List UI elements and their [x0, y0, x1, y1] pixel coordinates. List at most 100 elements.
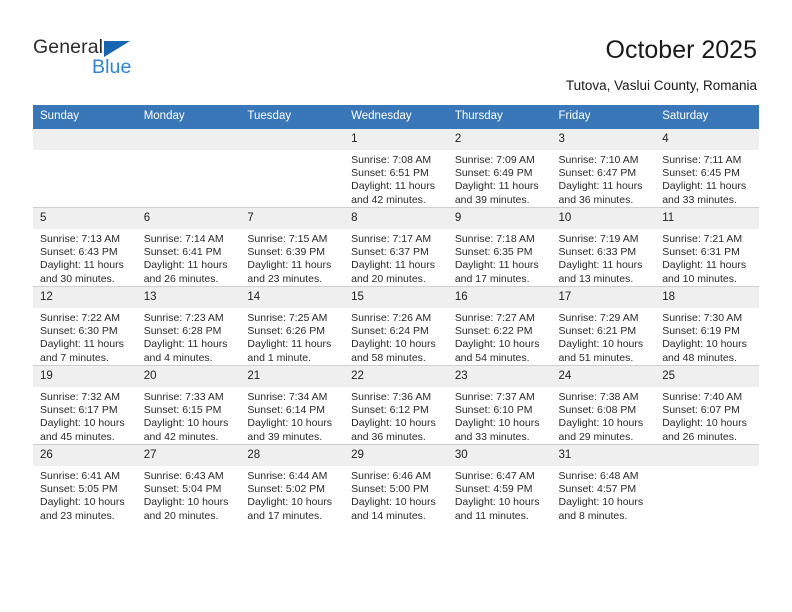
calendar-day-cell[interactable]: 10 Sunrise: 7:19 AM Sunset: 6:33 PM Dayligh… [551, 207, 656, 287]
day-number: 11 [655, 208, 759, 229]
daylight-text: Daylight: 11 hours and 7 minutes. [40, 338, 124, 364]
sunset-text: Sunset: 6:35 PM [454, 246, 533, 259]
sunrise-text: Sunrise: 7:10 AM [558, 154, 639, 166]
calendar-day-cell[interactable]: 13 Sunrise: 7:23 AM Sunset: 6:28 PM Dayligh… [136, 286, 241, 366]
calendar-day-cell[interactable]: 18 Sunrise: 7:30 AM Sunset: 6:19 PM Dayligh… [655, 286, 759, 366]
day-sun-info: Sunrise: 7:21 AM Sunset: 6:31 PM Daylight:… [655, 229, 759, 286]
day-sun-info: Sunrise: 7:33 AM Sunset: 6:15 PM Daylight:… [137, 387, 241, 444]
sunrise-text: Sunrise: 7:32 AM [40, 391, 120, 403]
calendar-day-cell[interactable]: 31 Sunrise: 6:48 AM Sunset: 4:57 PM Dayligh… [551, 444, 656, 523]
day-number: 12 [33, 287, 137, 308]
daylight-text: Daylight: 11 hours and 30 minutes. [40, 259, 124, 285]
calendar-day-cell[interactable]: 26 Sunrise: 6:41 AM Sunset: 5:05 PM Dayligh… [33, 444, 137, 523]
day-sun-info: Sunrise: 7:14 AM Sunset: 6:41 PM Daylight:… [137, 229, 241, 286]
day-sun-info: Sunrise: 7:15 AM Sunset: 6:39 PM Daylight:… [240, 229, 344, 286]
calendar-day-cell[interactable]: 28 Sunrise: 6:44 AM Sunset: 5:02 PM Dayligh… [240, 444, 345, 523]
weekday-header-tuesday: Tuesday [240, 105, 345, 129]
day-sun-info: Sunrise: 6:47 AM Sunset: 4:59 PM Daylight:… [448, 466, 552, 523]
calendar-day-cell[interactable]: 1 Sunrise: 7:08 AM Sunset: 6:51 PM Daylight… [344, 128, 448, 208]
sunset-text: Sunset: 6:14 PM [247, 404, 326, 417]
sunset-text: Sunset: 6:45 PM [662, 167, 740, 180]
calendar-day-cell[interactable]: 19 Sunrise: 7:32 AM Sunset: 6:17 PM Dayligh… [33, 365, 137, 445]
daylight-text: Daylight: 11 hours and 23 minutes. [247, 259, 332, 285]
sunrise-text: Sunrise: 6:44 AM [247, 470, 328, 482]
calendar-day-cell[interactable]: 24 Sunrise: 7:38 AM Sunset: 6:08 PM Dayligh… [551, 365, 656, 445]
day-sun-info: Sunrise: 7:25 AM Sunset: 6:26 PM Daylight:… [240, 308, 344, 365]
calendar-day-cell[interactable]: 16 Sunrise: 7:27 AM Sunset: 6:22 PM Dayligh… [447, 286, 552, 366]
calendar-day-cell[interactable]: 5 Sunrise: 7:13 AM Sunset: 6:43 PM Daylight… [33, 207, 137, 287]
sunrise-text: Sunrise: 7:25 AM [247, 312, 328, 324]
daylight-text: Daylight: 10 hours and 11 minutes. [454, 496, 540, 522]
day-number: 6 [136, 208, 241, 229]
weekday-header-saturday: Saturday [655, 105, 759, 129]
calendar-day-cell[interactable]: 7 Sunrise: 7:15 AM Sunset: 6:39 PM Daylight… [240, 207, 345, 287]
calendar-day-cell[interactable]: 2 Sunrise: 7:09 AM Sunset: 6:49 PM Daylight… [447, 128, 552, 208]
day-number: 26 [33, 445, 137, 466]
calendar-day-cell[interactable]: 9 Sunrise: 7:18 AM Sunset: 6:35 PM Daylight… [447, 207, 552, 287]
calendar-day-cell[interactable]: 12 Sunrise: 7:22 AM Sunset: 6:30 PM Dayligh… [33, 286, 137, 366]
sunrise-text: Sunrise: 7:13 AM [40, 233, 120, 245]
sunrise-text: Sunrise: 7:11 AM [662, 154, 742, 166]
calendar-body: 1 Sunrise: 7:08 AM Sunset: 6:51 PM Daylight… [33, 128, 759, 523]
day-number: 20 [136, 366, 241, 387]
day-number: 4 [655, 129, 759, 150]
calendar-day-cell[interactable]: 21 Sunrise: 7:34 AM Sunset: 6:14 PM Dayligh… [240, 365, 345, 445]
general-blue-logo[interactable]: General Blue [33, 36, 213, 84]
calendar-day-cell[interactable]: 25 Sunrise: 7:40 AM Sunset: 6:07 PM Dayligh… [655, 365, 759, 445]
sunrise-text: Sunrise: 6:43 AM [143, 470, 224, 482]
sunset-text: Sunset: 6:15 PM [143, 404, 222, 417]
sunset-text: Sunset: 6:30 PM [40, 325, 118, 338]
triangle-icon [104, 41, 130, 57]
calendar-day-cell[interactable]: 17 Sunrise: 7:29 AM Sunset: 6:21 PM Dayligh… [551, 286, 656, 366]
day-number: 25 [655, 366, 759, 387]
calendar-day-cell[interactable]: 3 Sunrise: 7:10 AM Sunset: 6:47 PM Daylight… [551, 128, 656, 208]
sunset-text: Sunset: 4:59 PM [454, 483, 533, 496]
sunrise-text: Sunrise: 7:23 AM [143, 312, 224, 324]
day-number: 21 [240, 366, 345, 387]
daylight-text: Daylight: 10 hours and 58 minutes. [351, 338, 436, 364]
calendar-week-row: 19 Sunrise: 7:32 AM Sunset: 6:17 PM Dayligh… [33, 365, 759, 445]
calendar-day-cell[interactable]: 6 Sunrise: 7:14 AM Sunset: 6:41 PM Daylight… [136, 207, 241, 287]
daylight-text: Daylight: 10 hours and 54 minutes. [454, 338, 540, 364]
sunrise-text: Sunrise: 6:41 AM [40, 470, 120, 482]
sunset-text: Sunset: 6:43 PM [40, 246, 118, 259]
calendar-day-cell[interactable]: 22 Sunrise: 7:36 AM Sunset: 6:12 PM Dayligh… [344, 365, 448, 445]
calendar-cell-empty [655, 444, 759, 523]
calendar-day-cell[interactable]: 11 Sunrise: 7:21 AM Sunset: 6:31 PM Dayligh… [655, 207, 759, 287]
calendar-day-cell[interactable]: 29 Sunrise: 6:46 AM Sunset: 5:00 PM Dayligh… [344, 444, 448, 523]
calendar-day-cell[interactable]: 4 Sunrise: 7:11 AM Sunset: 6:45 PM Daylight… [655, 128, 759, 208]
calendar-day-cell[interactable]: 23 Sunrise: 7:37 AM Sunset: 6:10 PM Dayligh… [447, 365, 552, 445]
day-number: 14 [240, 287, 345, 308]
calendar-page: General Blue October 2025 Tutova, Vaslui… [0, 0, 792, 612]
day-number: 22 [344, 366, 448, 387]
sunrise-text: Sunrise: 7:18 AM [454, 233, 535, 245]
sunset-text: Sunset: 6:22 PM [454, 325, 533, 338]
day-sun-info: Sunrise: 6:48 AM Sunset: 4:57 PM Daylight:… [552, 466, 656, 523]
calendar-day-cell[interactable]: 27 Sunrise: 6:43 AM Sunset: 5:04 PM Dayligh… [136, 444, 241, 523]
daylight-text: Daylight: 10 hours and 29 minutes. [558, 417, 644, 443]
sunset-text: Sunset: 6:07 PM [662, 404, 740, 417]
daylight-text: Daylight: 11 hours and 36 minutes. [558, 180, 643, 206]
sunrise-text: Sunrise: 6:48 AM [558, 470, 639, 482]
day-number: 9 [447, 208, 552, 229]
weekday-header-friday: Friday [551, 105, 656, 129]
daylight-text: Daylight: 11 hours and 26 minutes. [143, 259, 228, 285]
calendar-day-cell[interactable]: 14 Sunrise: 7:25 AM Sunset: 6:26 PM Dayligh… [240, 286, 345, 366]
calendar-day-cell[interactable]: 30 Sunrise: 6:47 AM Sunset: 4:59 PM Dayligh… [447, 444, 552, 523]
day-number: 28 [240, 445, 345, 466]
calendar-cell-empty [33, 128, 137, 208]
day-sun-info: Sunrise: 7:13 AM Sunset: 6:43 PM Daylight:… [33, 229, 137, 286]
calendar-day-cell[interactable]: 8 Sunrise: 7:17 AM Sunset: 6:37 PM Daylight… [344, 207, 448, 287]
weekday-header-thursday: Thursday [447, 105, 552, 129]
calendar-day-cell[interactable]: 15 Sunrise: 7:26 AM Sunset: 6:24 PM Dayligh… [344, 286, 448, 366]
calendar-table: Sunday Monday Tuesday Wednesday Thursday… [33, 105, 759, 523]
day-sun-info: Sunrise: 7:27 AM Sunset: 6:22 PM Daylight:… [448, 308, 552, 365]
calendar-day-cell[interactable]: 20 Sunrise: 7:33 AM Sunset: 6:15 PM Dayligh… [136, 365, 241, 445]
sunset-text: Sunset: 6:31 PM [662, 246, 740, 259]
sunrise-text: Sunrise: 7:33 AM [143, 391, 224, 403]
sunset-text: Sunset: 6:08 PM [558, 404, 637, 417]
day-sun-info: Sunrise: 7:36 AM Sunset: 6:12 PM Daylight:… [344, 387, 448, 444]
sunset-text: Sunset: 6:19 PM [662, 325, 740, 338]
sunrise-text: Sunrise: 7:22 AM [40, 312, 120, 324]
weekday-header-row: Sunday Monday Tuesday Wednesday Thursday… [33, 105, 759, 129]
